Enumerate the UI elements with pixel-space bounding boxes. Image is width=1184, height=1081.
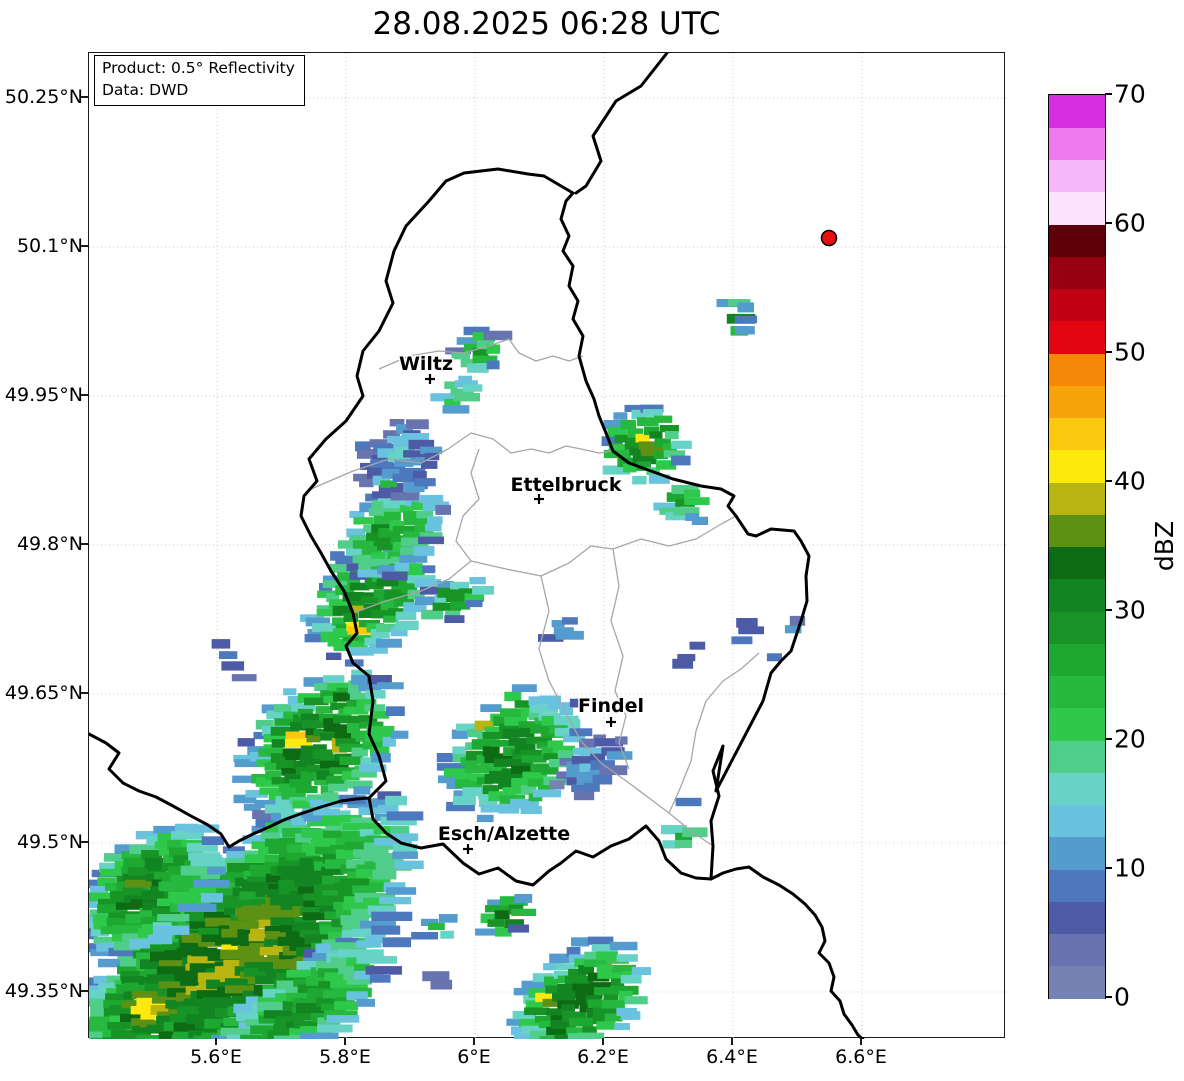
info-box: Product: 0.5° Reflectivity Data: DWD [94, 55, 305, 107]
lat-tick-label: 50.1°N [16, 235, 83, 257]
colorbar-tick-label: 0 [1114, 982, 1130, 1012]
colorbar-tick [1105, 609, 1112, 611]
info-data-line: Data: DWD [102, 80, 189, 99]
axis-tick [602, 1038, 604, 1045]
colorbar-band [1049, 836, 1105, 870]
colorbar-tick [1105, 738, 1112, 740]
axis-tick [81, 841, 88, 843]
colorbar-band [1049, 127, 1105, 160]
radar-site-dot [820, 229, 838, 247]
colorbar-band [1049, 288, 1105, 322]
axis-tick [860, 1038, 862, 1045]
lon-tick-label: 6.2°E [577, 1046, 629, 1068]
colorbar-band [1049, 159, 1105, 193]
axis-tick [731, 1038, 733, 1045]
colorbar-band [1049, 191, 1105, 225]
colorbar-band [1049, 740, 1105, 773]
axis-tick [81, 245, 88, 247]
colorbar-band [1049, 869, 1105, 902]
colorbar-tick-label: 10 [1114, 853, 1146, 883]
colorbar-band [1049, 385, 1105, 418]
echo-layer [89, 299, 806, 1039]
map-plot: Wiltz Ettelbruck Findel Esch/Alzette Produc… [88, 52, 1006, 1039]
colorbar-band [1049, 901, 1105, 934]
colorbar-band [1049, 224, 1105, 257]
colorbar-band [1049, 449, 1105, 483]
colorbar-band [1049, 256, 1105, 289]
colorbar-tick [1105, 480, 1112, 482]
city-marker-icon [606, 717, 616, 727]
axis-tick [81, 990, 88, 992]
lat-tick-label: 49.65°N [4, 682, 83, 704]
radar-figure: { "title": "28.08.2025 06:28 UTC", "info… [0, 0, 1184, 1081]
axis-tick [81, 692, 88, 694]
lat-tick-label: 49.8°N [16, 533, 83, 555]
city-label: Ettelbruck [511, 474, 622, 496]
colorbar-band [1049, 611, 1105, 644]
info-product-line: Product: 0.5° Reflectivity [102, 59, 295, 77]
lat-tick-label: 49.35°N [4, 980, 83, 1002]
lon-tick-label: 6.6°E [835, 1046, 887, 1068]
colorbar-tick [1105, 93, 1112, 95]
colorbar-tick-label: 40 [1114, 466, 1146, 496]
colorbar-band [1049, 320, 1105, 354]
colorbar-band [1049, 514, 1105, 547]
colorbar-band [1049, 643, 1105, 676]
colorbar-band [1049, 965, 1105, 999]
colorbar-band [1049, 772, 1105, 805]
map-canvas: Wiltz Ettelbruck Findel Esch/Alzette [89, 53, 1006, 1039]
colorbar-tick [1105, 867, 1112, 869]
colorbar-band [1049, 482, 1105, 515]
axis-tick [344, 1038, 346, 1045]
colorbar-band [1049, 353, 1105, 386]
lon-tick-label: 6°E [457, 1046, 491, 1068]
city-label: Findel [578, 695, 644, 717]
axis-tick [81, 96, 88, 98]
colorbar-band [1049, 804, 1105, 838]
colorbar-tick [1105, 351, 1112, 353]
colorbar-tick-label: 50 [1114, 337, 1146, 367]
city-label: Wiltz [399, 353, 453, 375]
colorbar-band [1049, 417, 1105, 451]
lon-tick-label: 5.8°E [319, 1046, 371, 1068]
figure-title: 28.08.2025 06:28 UTC [372, 6, 721, 42]
colorbar-band [1049, 578, 1105, 612]
lon-tick-label: 5.6°E [190, 1046, 242, 1068]
axis-tick [81, 394, 88, 396]
city-label: Esch/Alzette [438, 823, 570, 845]
city-marker-icon [425, 374, 435, 384]
colorbar-band [1049, 546, 1105, 580]
colorbar-band [1049, 675, 1105, 709]
colorbar-band [1049, 933, 1105, 967]
lat-tick-label: 49.95°N [4, 384, 83, 406]
colorbar-band [1049, 707, 1105, 741]
colorbar-axis-label: dBZ [1150, 520, 1179, 572]
colorbar-tick-label: 20 [1114, 724, 1146, 754]
colorbar-band [1049, 95, 1105, 128]
colorbar-tick [1105, 222, 1112, 224]
colorbar-tick-label: 30 [1114, 595, 1146, 625]
axis-tick [215, 1038, 217, 1045]
colorbar-tick-label: 70 [1114, 79, 1146, 109]
axis-tick [81, 543, 88, 545]
lat-tick-label: 49.5°N [16, 831, 83, 853]
colorbar-tick-label: 60 [1114, 208, 1146, 238]
lon-tick-label: 6.4°E [706, 1046, 758, 1068]
lat-tick-label: 50.25°N [4, 86, 83, 108]
axis-tick [473, 1038, 475, 1045]
colorbar-tick [1105, 996, 1112, 998]
colorbar [1048, 94, 1106, 999]
city-marker-icon [463, 844, 473, 854]
